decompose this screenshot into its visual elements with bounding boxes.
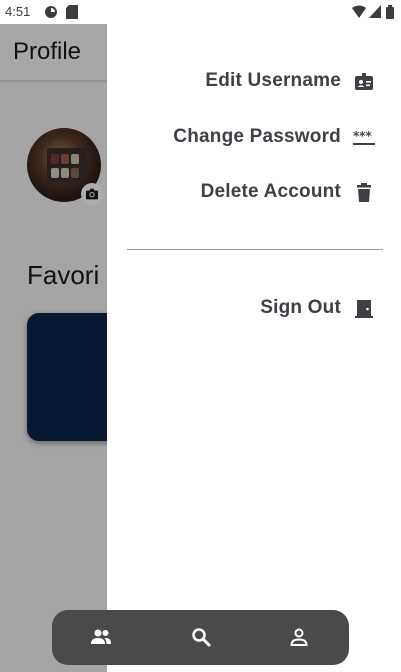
delete-account-label: Delete Account (200, 181, 341, 202)
wifi-icon (352, 5, 366, 18)
profile-drawer: Edit Username Change Password *** Delete… (107, 24, 401, 672)
search-icon[interactable] (189, 625, 213, 649)
password-icon: *** (352, 126, 376, 150)
edit-username-item[interactable]: Edit Username (107, 62, 401, 102)
cell-signal-icon (369, 5, 381, 18)
trash-icon (352, 181, 376, 205)
battery-icon (386, 5, 394, 19)
bottom-nav (52, 610, 349, 665)
people-icon[interactable] (89, 625, 113, 649)
status-time: 4:51 (5, 4, 31, 19)
data-saver-icon (44, 5, 58, 19)
status-bar: 4:51 (0, 0, 401, 24)
svg-text:***: *** (353, 129, 373, 143)
edit-username-label: Edit Username (205, 70, 341, 91)
person-icon[interactable] (287, 625, 311, 649)
badge-icon (352, 70, 376, 94)
drawer-divider (127, 249, 383, 250)
delete-account-item[interactable]: Delete Account (107, 173, 401, 213)
sign-out-label: Sign Out (260, 297, 341, 318)
change-password-label: Change Password (173, 126, 341, 147)
sim-card-icon (66, 5, 78, 19)
sign-out-item[interactable]: Sign Out (107, 289, 401, 329)
door-icon (352, 297, 376, 321)
change-password-item[interactable]: Change Password *** (107, 118, 401, 158)
